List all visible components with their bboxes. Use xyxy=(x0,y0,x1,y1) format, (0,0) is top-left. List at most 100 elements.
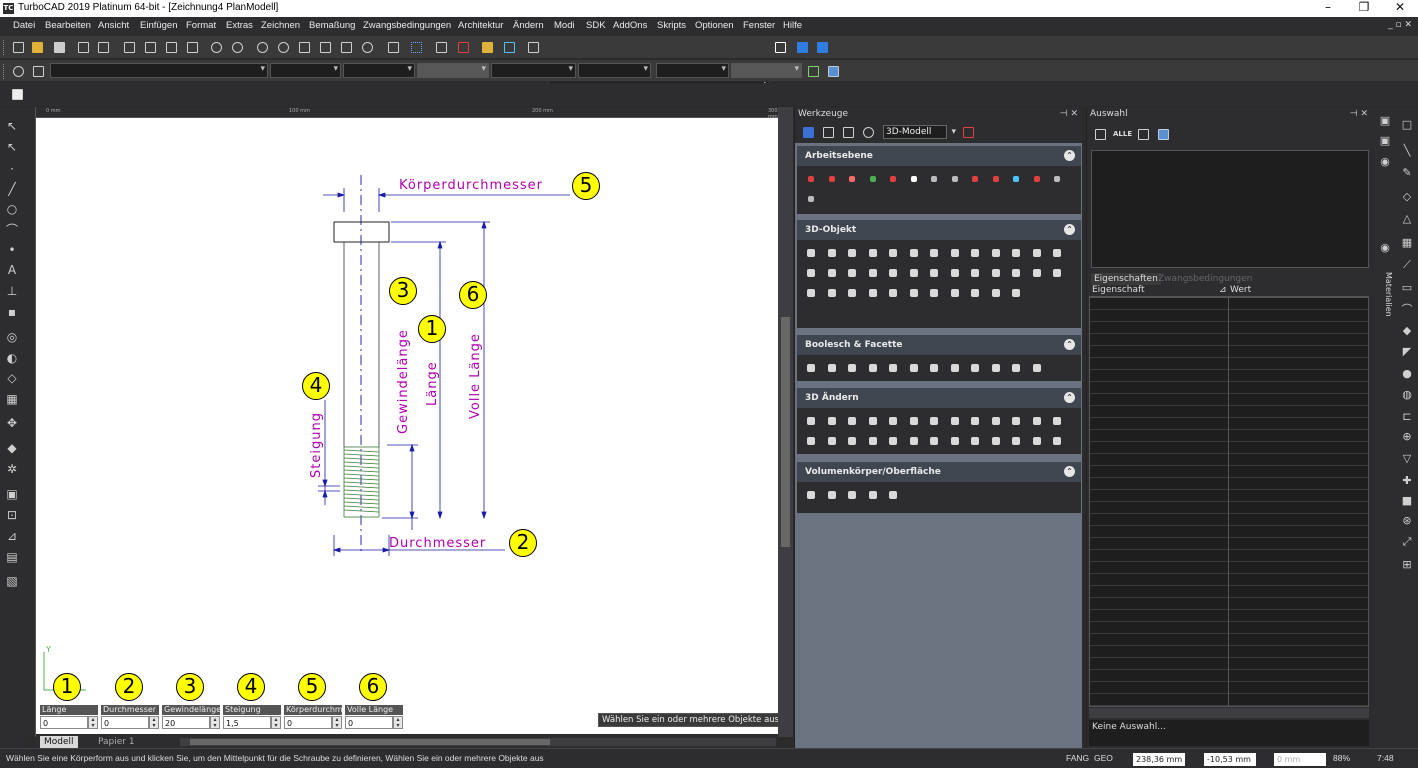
tool-button[interactable] xyxy=(883,263,904,283)
menu-aendern[interactable]: Ändern xyxy=(513,20,544,31)
y-coordinate-field[interactable]: -10,53 mm xyxy=(1204,753,1256,766)
style-dropdown[interactable] xyxy=(656,63,729,78)
tool-button[interactable] xyxy=(1006,411,1027,431)
dimension-icon[interactable]: ⊥ xyxy=(5,284,19,298)
mdi-controls[interactable]: _ ▫ ✕ xyxy=(1388,20,1412,30)
toolbar-grip[interactable] xyxy=(3,64,6,79)
section-header[interactable]: 3D-Objekt ⌃ xyxy=(797,220,1081,240)
pitch-spinner[interactable]: ▴ ▾ xyxy=(271,716,281,729)
tool-button[interactable] xyxy=(863,358,884,378)
funnel-icon[interactable]: ▽ xyxy=(1400,451,1414,465)
dimension-tool-icon[interactable]: ⊡ xyxy=(5,508,19,522)
tool-button[interactable] xyxy=(924,431,945,451)
attach-tool-icon[interactable]: ⊕ xyxy=(1400,429,1414,443)
tool-button[interactable] xyxy=(924,169,945,189)
ruler-tool-icon[interactable]: ╲ xyxy=(1400,143,1414,157)
linetype-dropdown[interactable] xyxy=(343,63,415,78)
tool-button[interactable] xyxy=(842,263,863,283)
customize-icon[interactable] xyxy=(961,125,975,139)
property-settings-icon[interactable] xyxy=(826,64,840,78)
print-icon[interactable] xyxy=(76,40,90,54)
menu-zwangsbedingungen[interactable]: Zwangsbedingungen xyxy=(363,20,451,31)
menu-format[interactable]: Format xyxy=(186,20,216,31)
tool-button[interactable] xyxy=(863,169,884,189)
pointer-alt-icon[interactable] xyxy=(841,125,855,139)
menu-skripts[interactable]: Skripts xyxy=(657,20,686,31)
paste-icon[interactable] xyxy=(164,40,178,54)
tool-button[interactable] xyxy=(945,169,966,189)
menu-bearbeiten[interactable]: Bearbeiten xyxy=(45,20,91,31)
help-book-icon[interactable] xyxy=(795,40,809,54)
tool-button[interactable] xyxy=(1006,283,1027,303)
edit-nodes-icon[interactable]: ↖ xyxy=(5,140,19,154)
wedge-icon[interactable]: ◤ xyxy=(1400,344,1414,358)
menu-modi[interactable]: Modi xyxy=(554,20,575,31)
eraser-icon[interactable]: ◇ xyxy=(5,371,19,385)
zoom-window-icon[interactable] xyxy=(297,40,311,54)
tool-button[interactable] xyxy=(842,411,863,431)
diameter-input[interactable]: 0 xyxy=(101,716,149,729)
grid-icon[interactable] xyxy=(409,40,423,54)
tool-button[interactable] xyxy=(801,263,822,283)
tool-button[interactable] xyxy=(863,263,884,283)
tool-button[interactable] xyxy=(945,243,966,263)
diameter-spinner[interactable]: ▴ ▾ xyxy=(149,716,159,729)
tool-button[interactable] xyxy=(842,169,863,189)
tool-button[interactable] xyxy=(1006,169,1027,189)
tube-icon[interactable]: ⊏ xyxy=(1400,409,1414,423)
transparency-dropdown[interactable] xyxy=(731,63,802,78)
length-spinner[interactable]: ▴ ▾ xyxy=(88,716,98,729)
tool-button[interactable] xyxy=(904,169,925,189)
lineweight-dropdown[interactable] xyxy=(491,63,576,78)
palette-pin-close[interactable]: ⊣ ✕ xyxy=(1060,107,1078,121)
tool-button[interactable] xyxy=(965,411,986,431)
tool-button[interactable] xyxy=(883,169,904,189)
section-header[interactable]: Boolesch & Facette ⌃ xyxy=(797,335,1081,355)
tab-paper[interactable]: Papier 1 xyxy=(94,736,139,748)
tool-button[interactable] xyxy=(883,283,904,303)
menu-datei[interactable]: Datei xyxy=(13,20,35,31)
tool-button[interactable] xyxy=(1047,431,1068,451)
open-folder-icon[interactable] xyxy=(30,40,44,54)
zoom-in-icon[interactable] xyxy=(255,40,269,54)
zoom-page-icon[interactable] xyxy=(339,40,353,54)
tool-button[interactable] xyxy=(822,431,843,451)
layers-stack-icon[interactable]: ▦ xyxy=(1400,235,1414,249)
monitor-icon[interactable] xyxy=(10,87,24,101)
format-painter-icon[interactable] xyxy=(185,40,199,54)
palette-toggle-icon[interactable]: ▣ xyxy=(1378,113,1392,127)
hatch-icon[interactable]: ◎ xyxy=(5,330,19,344)
3d-box-icon[interactable] xyxy=(502,40,516,54)
tool-button[interactable] xyxy=(986,411,1007,431)
bend-icon[interactable]: ⌒ xyxy=(1400,302,1414,316)
undo-icon[interactable] xyxy=(209,40,223,54)
close-button[interactable]: ✕ xyxy=(1382,0,1418,17)
tool-button[interactable] xyxy=(883,431,904,451)
color-dropdown[interactable] xyxy=(270,63,341,78)
select-icon[interactable] xyxy=(801,125,815,139)
tool-button[interactable] xyxy=(1027,431,1048,451)
tool-button[interactable] xyxy=(842,358,863,378)
table-icon[interactable]: ▦ xyxy=(5,392,19,406)
body-diameter-spinner[interactable]: ▴ ▾ xyxy=(332,716,342,729)
full-length-spinner[interactable]: ▴ ▾ xyxy=(393,716,403,729)
copy-icon[interactable] xyxy=(143,40,157,54)
tool-button[interactable] xyxy=(904,431,925,451)
tool-button[interactable] xyxy=(986,243,1007,263)
geo-toggle[interactable]: GEO xyxy=(1094,753,1113,763)
menu-optionen[interactable]: Optionen xyxy=(695,20,734,31)
plane-icon[interactable]: ▭ xyxy=(1400,280,1414,294)
menu-zeichnen[interactable]: Zeichnen xyxy=(261,20,300,31)
toolbar-grip[interactable] xyxy=(3,40,6,55)
sphere-icon[interactable] xyxy=(861,125,875,139)
collapse-icon[interactable]: ⌃ xyxy=(1064,150,1075,161)
zoom-extents-icon[interactable] xyxy=(318,40,332,54)
property-horizontal-scrollbar[interactable] xyxy=(1089,708,1369,718)
save-icon[interactable] xyxy=(52,40,66,54)
attach-icon[interactable]: ⊿ xyxy=(5,529,19,543)
menu-extras[interactable]: Extras xyxy=(226,20,253,31)
drawing-canvas[interactable]: Körperdurchmesser Durchmesser Gewindelän… xyxy=(36,118,778,734)
menu-sdk[interactable]: SDK xyxy=(586,20,606,31)
tool-button[interactable] xyxy=(801,431,822,451)
tool-button[interactable] xyxy=(965,431,986,451)
